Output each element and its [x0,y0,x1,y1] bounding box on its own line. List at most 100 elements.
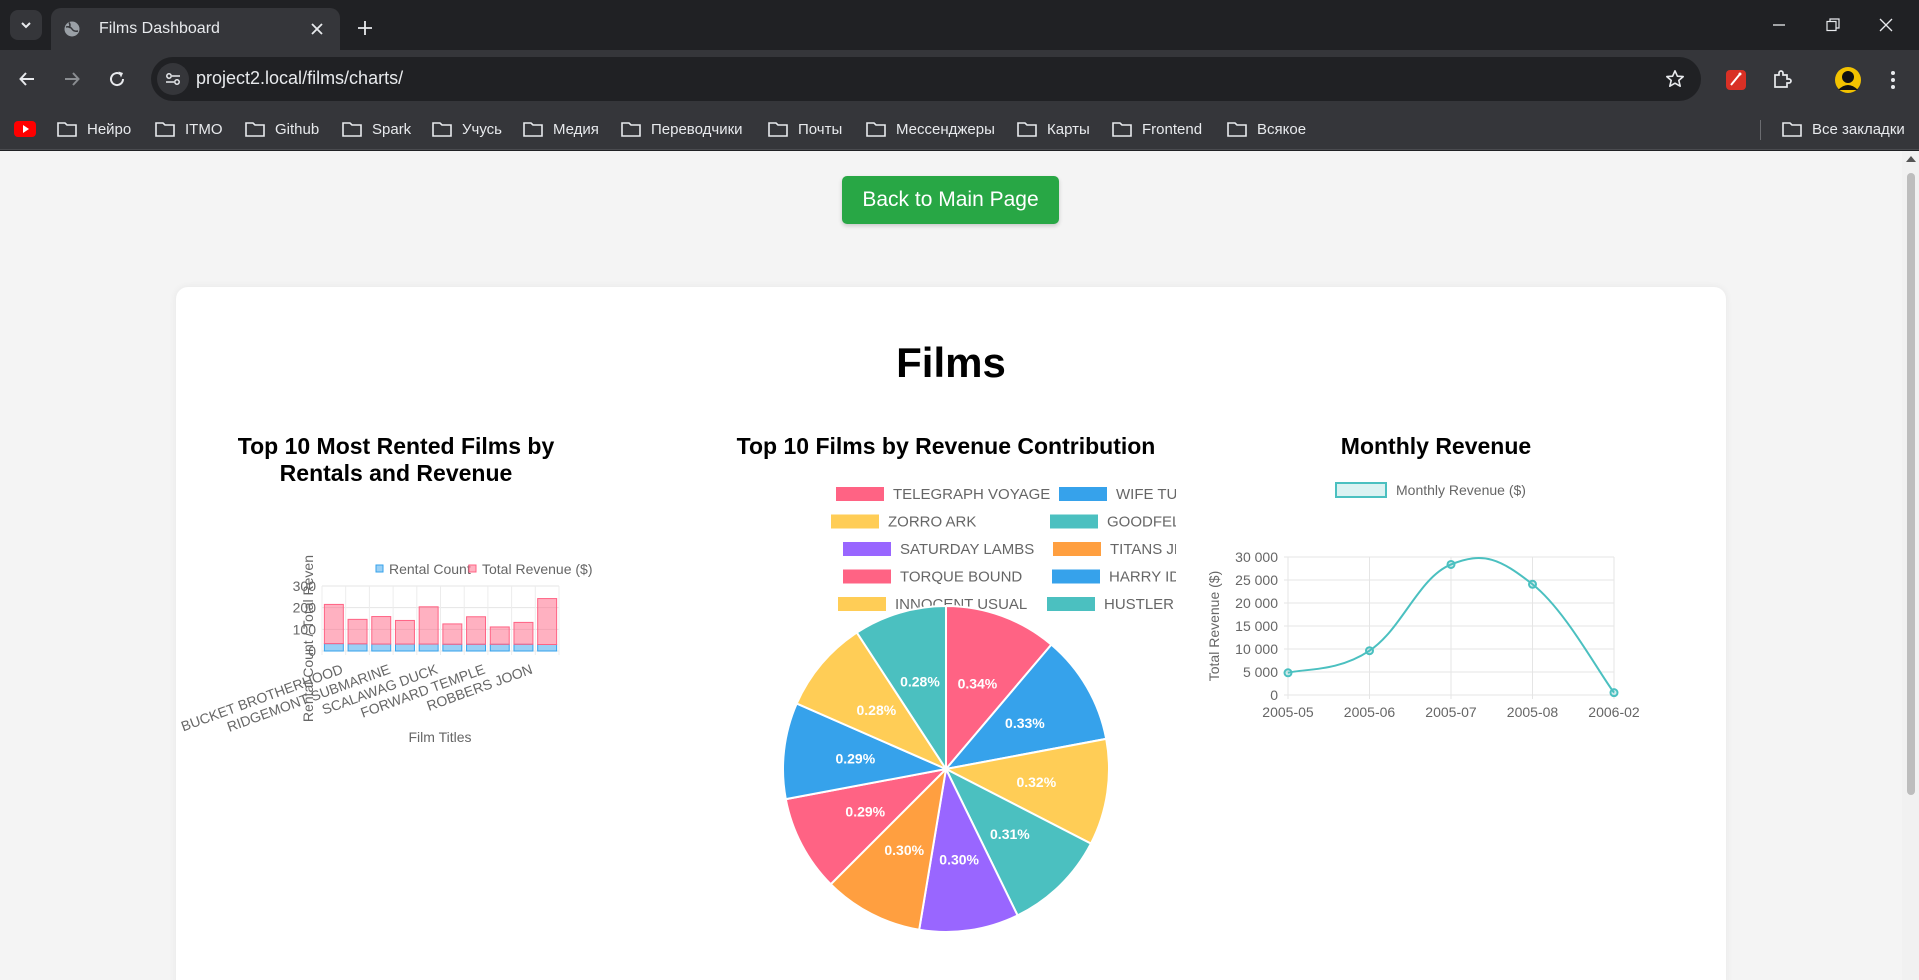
folder-icon [1227,122,1247,137]
back-nav-button[interactable] [10,62,44,96]
legend-label: TITANS JERK [1110,541,1176,558]
tab-films-dashboard[interactable]: Films Dashboard [51,8,340,50]
legend-swatch [1335,482,1387,498]
data-point [1365,646,1374,656]
page-scrollbar[interactable] [1902,151,1919,980]
x-tick-label: 2005-06 [1344,704,1396,720]
slice-value-label: 0.33% [1005,715,1045,731]
folder-icon [432,122,452,137]
folder-icon [1782,122,1802,137]
restore-icon [1826,18,1840,32]
menu-kebab-icon[interactable] [1878,65,1908,95]
bookmark-label: Все закладки [1812,120,1905,138]
bookmark-label: Переводчики [651,120,743,138]
slice-value-label: 0.31% [990,826,1030,842]
bookmark-folder[interactable]: Github [245,117,319,141]
bookmark-label: Spark [372,120,412,138]
back-to-main-button[interactable]: Back to Main Page [842,176,1059,224]
scroll-up-arrow-icon[interactable] [1906,156,1916,162]
legend-label: WIFE TURN [1116,486,1176,503]
legend-label: TORQUE BOUND [900,569,1022,586]
bookmark-label: Github [275,120,320,138]
forward-nav-button[interactable] [55,62,89,96]
globe-icon [63,20,81,38]
url-text: project2.local/films/charts/ [196,68,403,89]
slice-value-label: 0.29% [835,751,875,767]
bookmark-all-bookmarks[interactable]: Все закладки [1782,117,1905,141]
legend-swatch [1050,514,1098,529]
profile-avatar[interactable] [1833,65,1863,95]
y-tick-label: 30 000 [1235,549,1278,565]
line-chart-title: Monthly Revenue [1340,433,1532,459]
y-tick-label: 20 000 [1235,595,1278,611]
bookmark-folder[interactable]: Почты [768,117,842,141]
arrow-left-icon [19,72,34,86]
bar [347,643,368,652]
bookmark-label: Frontend [1142,120,1203,138]
bookmark-label: Мессенджеры [896,120,995,138]
extension-red-icon[interactable] [1721,65,1751,95]
reload-icon [110,71,125,87]
minimize-button[interactable] [1757,8,1801,42]
scrollbar-thumb[interactable] [1907,173,1915,795]
bookmark-label: Учусь [462,120,502,138]
bookmark-label: Карты [1047,120,1090,138]
bookmark-folder[interactable]: Карты [1017,117,1090,141]
slice-value-label: 0.32% [1016,774,1056,790]
bar [442,643,463,652]
pie-chart: TELEGRAPH VOYAGE WIFE TURN ZORRO ARK GOODFE… [782,486,1176,933]
bookmark-folder[interactable]: Всякое [1227,117,1306,141]
bar [513,621,534,645]
bookmark-star-icon[interactable] [1663,67,1687,91]
bookmark-folder[interactable]: Мессенджеры [866,117,995,141]
close-icon [1879,18,1893,32]
folder-icon [1112,122,1132,137]
bar [537,598,558,645]
folder-icon [155,122,175,137]
y-axis-title: Rental Count / Total Reven [300,555,316,722]
bookmark-folder[interactable]: Медия [523,117,599,141]
legend-label: ZORRO ARK [888,514,976,531]
bar [537,644,558,652]
bookmark-folder[interactable]: Учусь [432,117,502,141]
bookmark-folder[interactable]: ITMO [155,117,223,141]
bookmark-folder[interactable]: Spark [342,117,411,141]
slice-value-label: 0.28% [900,674,940,690]
y-tick-label: 15 000 [1235,618,1278,634]
legend-swatch [1052,569,1100,584]
bookmark-folder[interactable]: Переводчики [621,117,743,141]
y-tick-label: 0 [1270,687,1278,703]
extensions-puzzle-icon[interactable] [1767,65,1797,95]
address-bar[interactable]: project2.local/films/charts/ [151,57,1701,101]
chevron-down-icon [21,22,31,29]
bookmark-folder[interactable]: Frontend [1112,117,1202,141]
line-chart: Monthly Revenue ($) 0 5 000 10 000 15 000 20 … [1206,482,1640,729]
legend-swatch [843,569,891,584]
restore-button[interactable] [1811,8,1855,42]
legend-label: GOODFELLAS SALUTE [1107,514,1176,531]
bookmark-label: Почты [798,120,843,138]
data-point [1446,559,1456,569]
legend-swatch [838,597,886,611]
bookmark-folder[interactable]: Нейро [57,117,131,141]
close-window-button[interactable] [1864,8,1908,42]
data-point [1283,668,1293,678]
legend-label: HUSTLER PARTY [1104,596,1176,613]
tab-close-icon[interactable] [306,18,328,40]
slice-value-label: 0.29% [845,804,885,820]
arrow-right-icon [65,72,80,86]
bookmark-youtube[interactable] [14,117,36,141]
bar [418,643,439,652]
tab-search-button[interactable] [10,10,42,40]
browser-toolbar: project2.local/films/charts/ [0,50,1919,108]
legend-label: SATURDAY LAMBS [900,541,1034,558]
reload-button[interactable] [100,62,134,96]
new-tab-button[interactable] [350,13,380,43]
data-point [1609,688,1619,698]
bookmark-label: Нейро [87,120,132,138]
legend-label: Rental Count [389,561,471,577]
bar-chart-title: Top 10 Most Rented Films by Rentals and … [237,433,555,486]
x-tick-label: 2005-07 [1425,704,1477,720]
site-settings-icon[interactable] [157,63,189,95]
tab-title: Films Dashboard [99,20,220,37]
